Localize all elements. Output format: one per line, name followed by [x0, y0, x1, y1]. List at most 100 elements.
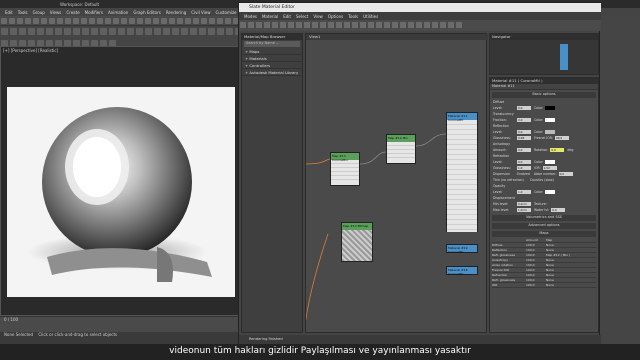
map-amount[interactable]: 100,0	[526, 243, 546, 247]
ribbon-button-icon[interactable]	[127, 28, 134, 35]
map-name[interactable]: Refr. glossiness	[492, 278, 526, 282]
toolbar-button-icon[interactable]	[65, 18, 71, 24]
toolbar-button-icon[interactable]	[161, 18, 167, 24]
max-level-spinner[interactable]: 1,0cm	[517, 208, 531, 212]
material-18-node[interactable]: Material #18 CoronaMtl	[446, 266, 478, 276]
map-slot-button[interactable]: None	[546, 263, 554, 267]
slate-tool-icon[interactable]	[432, 22, 438, 28]
opacity-color-swatch[interactable]	[545, 190, 556, 194]
slate-tool-icon[interactable]	[440, 22, 446, 28]
menu-item[interactable]: Customize	[216, 10, 237, 15]
browser-category[interactable]: + Materials	[242, 55, 302, 62]
reflection-level-spinner[interactable]: 0,0	[517, 130, 531, 134]
glossiness-spinner[interactable]: 0,98	[517, 136, 531, 140]
ribbon-button-icon[interactable]	[163, 28, 170, 35]
slate-tool-icon[interactable]	[400, 22, 406, 28]
ribbon-button-icon[interactable]	[190, 28, 197, 35]
slate-menu-item[interactable]: Edit	[283, 14, 291, 19]
min-level-spinner[interactable]: 0,0cm	[517, 202, 531, 206]
slate-tool-icon[interactable]	[456, 22, 462, 28]
slate-tool-icon[interactable]	[312, 22, 318, 28]
perspective-viewport[interactable]: [+] [Perspective] [Realistic]	[0, 46, 240, 316]
toolbar-button-icon[interactable]	[57, 18, 63, 24]
map-name[interactable]: Diffuse	[492, 243, 526, 247]
map-amount[interactable]: 100,0	[526, 268, 546, 272]
toolbar-button-icon[interactable]	[217, 18, 223, 24]
map-slot-button[interactable]: None	[546, 278, 554, 282]
slate-menu-item[interactable]: Tools	[348, 14, 358, 19]
ribbon-button-icon[interactable]	[37, 28, 44, 35]
slate-tool-icon[interactable]	[256, 22, 262, 28]
slate-tool-icon[interactable]	[280, 22, 286, 28]
ribbon-button-icon[interactable]	[145, 28, 152, 35]
map-name[interactable]: Aniso rotation	[492, 263, 526, 267]
fraction-spinner[interactable]: 0,0	[517, 118, 531, 122]
ribbon-button-icon[interactable]	[217, 28, 224, 35]
slate-menu-item[interactable]: Utilities	[363, 14, 378, 19]
map-name[interactable]: Refraction	[492, 273, 526, 277]
rotation-spinner[interactable]: 0,0	[550, 148, 565, 152]
slate-material-editor[interactable]: Slate Material Editor Modes Material Edit S…	[238, 2, 601, 344]
menu-item[interactable]: Create	[66, 10, 79, 15]
ribbon-button-icon[interactable]	[118, 28, 125, 35]
slate-tool-icon[interactable]	[384, 22, 390, 28]
toolbar-button-icon[interactable]	[1, 18, 7, 24]
ribbon-button-icon[interactable]	[172, 28, 179, 35]
toolbar-button-icon[interactable]	[41, 18, 47, 24]
navigator-panel[interactable]: Navigator	[489, 33, 599, 75]
slate-tool-icon[interactable]	[376, 22, 382, 28]
timeline[interactable]: 0 / 100	[0, 316, 240, 332]
ribbon-button-icon[interactable]	[1, 28, 8, 35]
slate-menu-item[interactable]: Options	[328, 14, 343, 19]
toolbar-button-icon[interactable]	[121, 18, 127, 24]
mix-node[interactable]: Map #12 Mix	[386, 134, 416, 164]
map-name[interactable]: Refl. glossiness	[492, 253, 526, 257]
slate-tool-icon[interactable]	[344, 22, 350, 28]
toolbar-button-icon[interactable]	[177, 18, 183, 24]
map-name[interactable]: IOR	[492, 283, 526, 287]
toolbar-button-icon[interactable]	[17, 18, 23, 24]
toolbar-button-icon[interactable]	[25, 18, 31, 24]
maps-rollout[interactable]: Maps	[492, 231, 596, 237]
ribbon-button-icon[interactable]	[199, 28, 206, 35]
diffuse-level-spinner[interactable]: 0,0	[517, 106, 531, 110]
fresnel-spinner[interactable]: 99,0	[554, 136, 569, 140]
ribbon-button-icon[interactable]	[55, 28, 62, 35]
slate-tool-icon[interactable]	[416, 22, 422, 28]
toolbar-button-icon[interactable]	[81, 18, 87, 24]
ribbon-button-icon[interactable]	[100, 28, 107, 35]
map-name[interactable]: Anisotropy	[492, 258, 526, 262]
slate-tool-icon[interactable]	[304, 22, 310, 28]
slate-menu-item[interactable]: View	[313, 14, 323, 19]
enabled-checkbox[interactable]: Enabled	[517, 172, 530, 176]
workspace-label[interactable]: Workspace: Default	[60, 2, 99, 7]
diffuse-color-swatch[interactable]	[545, 106, 556, 110]
map-slot-button[interactable]: None	[546, 268, 554, 272]
ribbon-button-icon[interactable]	[91, 28, 98, 35]
ribbon-button-icon[interactable]	[46, 28, 53, 35]
map-slot-button[interactable]: None	[546, 243, 554, 247]
caustics-checkbox[interactable]: Caustics (slow)	[530, 178, 554, 182]
menu-item[interactable]: Civil View	[191, 10, 210, 15]
param-material-name[interactable]: Material #11	[490, 84, 598, 90]
slate-tool-icon[interactable]	[296, 22, 302, 28]
toolbar-button-icon[interactable]	[113, 18, 119, 24]
browser-category[interactable]: + Maps	[242, 48, 302, 55]
map-amount[interactable]: 100,0	[526, 283, 546, 287]
map-slot-button[interactable]: None	[546, 248, 554, 252]
toolbar-button-icon[interactable]	[193, 18, 199, 24]
browser-category[interactable]: + Autodesk Material Library	[242, 69, 302, 76]
slate-tool-icon[interactable]	[336, 22, 342, 28]
toolbar-button-icon[interactable]	[153, 18, 159, 24]
toolbar-button-icon[interactable]	[49, 18, 55, 24]
slate-tool-icon[interactable]	[392, 22, 398, 28]
map-slot-button[interactable]: Map #12 ( Mix )	[546, 253, 570, 257]
opacity-level-spinner[interactable]: 1,0	[517, 190, 531, 194]
slate-tool-icon[interactable]	[408, 22, 414, 28]
ribbon-button-icon[interactable]	[109, 28, 116, 35]
map-slot-button[interactable]: None	[546, 258, 554, 262]
menu-item[interactable]: Views	[50, 10, 62, 15]
slate-menu-item[interactable]: Select	[296, 14, 308, 19]
ribbon-button-icon[interactable]	[226, 28, 233, 35]
slate-tool-icon[interactable]	[320, 22, 326, 28]
